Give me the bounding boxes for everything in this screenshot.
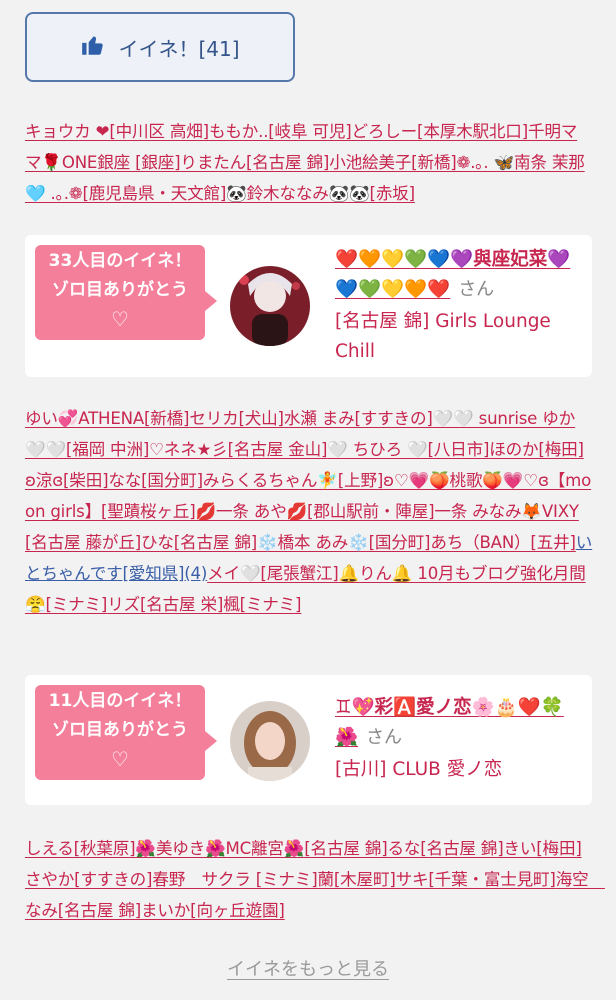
bubble-line-2: ゾロ目ありがとう — [52, 720, 188, 740]
liker-link[interactable]: みらくるちゃん🧚[上野] — [203, 471, 383, 490]
liker-list-3: しえる[秋葉原]🌺美ゆき🌺MC離宮🌺[名古屋 錦]るな[名古屋 錦]きい[梅田]… — [25, 833, 605, 926]
liker-link[interactable]: りまたん[名古屋 錦] — [180, 153, 329, 172]
heart-icon: ♡ — [111, 747, 129, 771]
bubble-line-2: ゾロ目ありがとう — [52, 280, 188, 300]
liker-link[interactable]: 水瀬 まみ[すすきの] — [284, 409, 433, 428]
liker-link[interactable]: さやか[すすきの] — [25, 870, 153, 889]
liker-link[interactable]: ももか..[岐阜 可児] — [209, 122, 352, 141]
liker-link[interactable]: 春野 サクラ [ミナミ] — [152, 870, 317, 889]
milestone-bubble: 11人目のイイネ！ ゾロ目ありがとう ♡ — [35, 685, 217, 780]
like-button-label: イイネ！[41] — [118, 36, 240, 61]
card-info: ♊💖彩🅰️愛ノ恋🌸🎂❤️🍀🌺 さん [古川] CLUB 愛ノ恋 — [335, 693, 585, 785]
liker-link[interactable]: ゆい💞ATHENA[新橋] — [25, 409, 190, 428]
liker-link[interactable]: 🐼鈴木ななみ🐼🐼[赤坂] — [226, 184, 415, 203]
liker-link[interactable]: ♡ネネ★彡[名古屋 金山] — [149, 440, 327, 459]
liker-link[interactable]: リズ[名古屋 栄] — [107, 595, 223, 614]
liker-link[interactable]: どろしー[本厚木駅北口] — [351, 122, 528, 141]
liker-link[interactable]: まいか[向ヶ丘遊園] — [141, 901, 285, 920]
milestone-card-11: 11人目のイイネ！ ゾロ目ありがとう ♡ ♊💖彩🅰️愛ノ恋🌸🎂❤️🍀🌺 さん [古… — [25, 675, 592, 805]
liker-link[interactable]: なな[国分町] — [108, 471, 203, 490]
liker-link[interactable]: 蘭[木屋町] — [317, 870, 395, 889]
liker-link[interactable]: 小池絵美子[新橋] — [329, 153, 457, 172]
card-info: ❤️🧡💛💚💙💜與座妃菜💜💙💚💛🧡❤️ さん [名古屋 錦] Girls Loung… — [335, 245, 585, 367]
liker-list-1: キョウカ ❤[中川区 高畑]ももか..[岐阜 可児]どろしー[本厚木駅北口]千明… — [25, 116, 593, 209]
see-more-likes-link[interactable]: イイネをもっと見る — [0, 955, 616, 981]
liker-link[interactable]: 🌺美ゆき🌺MC離宮🌺[名古屋 錦] — [135, 839, 387, 858]
liker-link[interactable]: 🤍 ちひろ 🤍[八日市] — [327, 440, 489, 459]
honorific: さん — [366, 727, 403, 748]
like-button[interactable]: イイネ！[41] — [25, 12, 295, 82]
avatar[interactable] — [230, 701, 310, 781]
milestone-card-33: 33人目のイイネ！ ゾロ目ありがとう ♡ ❤️🧡💛💚💙💜與座妃菜💜💙💚💛🧡❤️ さ… — [25, 235, 592, 377]
avatar[interactable] — [230, 266, 310, 346]
shop-name: [古川] CLUB 愛ノ恋 — [335, 759, 503, 780]
milestone-bubble: 33人目のイイネ！ ゾロ目ありがとう ♡ — [35, 245, 217, 340]
thumbs-up-icon — [80, 32, 106, 63]
liker-link[interactable]: 💋一条 あや💋[郡山駅前・陣屋] — [195, 502, 434, 521]
shop-name: [名古屋 錦] Girls Lounge Chill — [335, 311, 551, 362]
liker-link[interactable]: キョウカ ❤[中川区 高畑] — [25, 122, 209, 141]
liker-link[interactable]: サキ[千葉・富士見町] — [396, 870, 556, 889]
liker-list-2: ゆい💞ATHENA[新橋]セリカ[犬山]水瀬 まみ[すすきの]🤍🤍 sunris… — [25, 403, 593, 620]
liker-link[interactable]: きい[梅田] — [503, 839, 581, 858]
honorific: さん — [458, 279, 495, 300]
cast-name-link[interactable]: ❤️🧡💛💚💙💜與座妃菜💜💙💚💛🧡❤️ — [335, 249, 570, 300]
liker-link[interactable]: セリカ[犬山] — [189, 409, 284, 428]
bubble-line-1: 11人目のイイネ！ — [48, 691, 192, 711]
liker-link[interactable]: メイ🤍[尾張蟹江] — [207, 564, 339, 583]
liker-link[interactable]: ʚ涼ɞ[柴田] — [25, 471, 109, 490]
liker-link[interactable]: 楓[ミナミ] — [223, 595, 301, 614]
liker-link[interactable]: あち（BAN）[五井] — [430, 533, 576, 552]
liker-link[interactable]: るな[名古屋 錦] — [387, 839, 503, 858]
heart-icon: ♡ — [111, 307, 129, 331]
liker-link[interactable]: ❄️橋本 あみ❄️[国分町] — [257, 533, 431, 552]
bubble-line-1: 33人目のイイネ！ — [48, 251, 192, 271]
liker-link[interactable]: ほのか[梅田] — [489, 440, 584, 459]
liker-link[interactable]: しえる[秋葉原] — [25, 839, 136, 858]
liker-link[interactable]: ひな[名古屋 錦] — [141, 533, 257, 552]
